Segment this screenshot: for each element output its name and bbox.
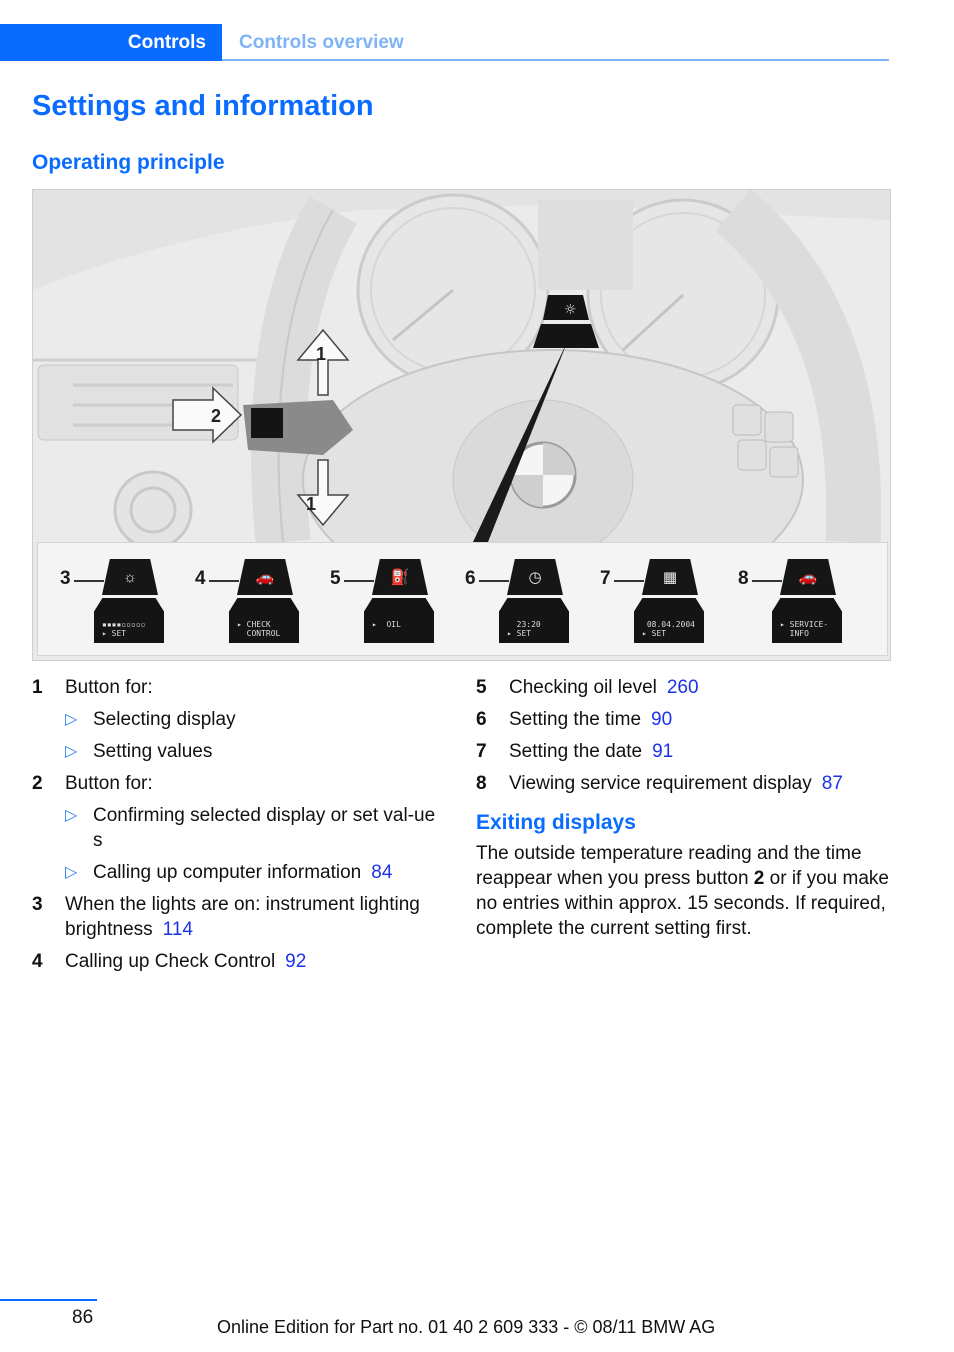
legend-left-column: 1 Button for: ▷ Selecting display ▷ Sett… bbox=[32, 675, 452, 981]
legend-number: 6 bbox=[476, 709, 487, 730]
legend-subitem: ▷ Selecting display bbox=[65, 707, 452, 732]
leader-line bbox=[752, 580, 782, 582]
display-screen: 23:20 ▸ SET bbox=[499, 598, 569, 643]
callout-number: 6 bbox=[465, 568, 476, 589]
header-subsection-label[interactable]: Controls overview bbox=[239, 24, 404, 61]
legend-subtext: Confirming selected display or set val-u… bbox=[93, 805, 436, 851]
triangle-bullet-icon: ▷ bbox=[65, 743, 78, 760]
legend-number: 2 bbox=[32, 773, 43, 794]
page-number: 86 bbox=[72, 1307, 94, 1328]
leader-line bbox=[479, 580, 509, 582]
callout-number: 4 bbox=[195, 568, 206, 589]
oil-can-icon: ⛽ bbox=[372, 559, 428, 595]
callout-label-1-top: 1 bbox=[316, 344, 326, 364]
display-text: 23:20 ▸ SET bbox=[507, 620, 541, 638]
display-callout-6: 6 ◷ 23:20 ▸ SET bbox=[465, 555, 585, 650]
header-section-label[interactable]: Controls bbox=[0, 24, 206, 61]
legend-subtext: Setting values bbox=[93, 741, 213, 762]
steering-wheel-drawing: ☼ 1 2 1 bbox=[33, 190, 890, 542]
legend-subitem: ▷ Confirming selected display or set val… bbox=[65, 803, 452, 853]
legend-right-column: 5 Checking oil level 260 6 Setting the ti… bbox=[476, 675, 891, 941]
page-title: Settings and information bbox=[32, 90, 374, 122]
callout-label-1-bottom: 1 bbox=[306, 494, 316, 514]
legend-subitem: ▷ Calling up computer information 84 bbox=[65, 860, 452, 885]
display-callout-8: 8 🚗 ▸ SERVICE- INFO bbox=[738, 555, 858, 650]
legend-text: Calling up Check Control bbox=[65, 951, 276, 972]
display-screen: ▸ SERVICE- INFO bbox=[772, 598, 842, 643]
legend-subitem: ▷ Setting values bbox=[65, 739, 452, 764]
legend-number: 3 bbox=[32, 894, 43, 915]
legend-text: Setting the date bbox=[509, 741, 643, 762]
display-callout-3: 3 ☼ ▪▪▪▪▫▫▫▫▫ ▸ SET bbox=[60, 555, 180, 650]
legend-number: 8 bbox=[476, 773, 487, 794]
display-screen: ▪▪▪▪▫▫▫▫▫ ▸ SET bbox=[94, 598, 164, 643]
cockpit-illustration: ☼ 1 2 1 3 ☼ ▪▪▪▪▫▫▫▫▫ ▸ SET 4 🚗 ▸ CHECK … bbox=[32, 189, 891, 661]
legend-item-7: 7 Setting the date 91 bbox=[476, 739, 891, 764]
page-reference-link[interactable]: 114 bbox=[163, 919, 193, 940]
legend-subtext: Selecting display bbox=[93, 709, 236, 730]
legend-text: When the lights are on: instrument light… bbox=[65, 894, 420, 940]
clock-icon: ◷ bbox=[507, 559, 563, 595]
callout-number: 7 bbox=[600, 568, 611, 589]
page-reference-link[interactable]: 84 bbox=[371, 862, 392, 883]
page-reference-link[interactable]: 87 bbox=[822, 773, 843, 794]
footer-divider bbox=[0, 1299, 97, 1301]
callout-number: 8 bbox=[738, 568, 749, 589]
legend-number: 4 bbox=[32, 951, 43, 972]
leader-line bbox=[209, 580, 239, 582]
display-text: ▸ SERVICE- INFO bbox=[780, 620, 829, 638]
exiting-displays-paragraph: The outside temperature reading and the … bbox=[476, 841, 891, 941]
legend-number: 1 bbox=[32, 677, 43, 698]
legend-item-1: 1 Button for: bbox=[32, 675, 452, 700]
page-reference-link[interactable]: 91 bbox=[652, 741, 673, 762]
display-text: ▸ CHECK CONTROL bbox=[237, 620, 281, 638]
leader-line bbox=[74, 580, 104, 582]
legend-text: Viewing service requirement display bbox=[509, 773, 812, 794]
legend-number: 5 bbox=[476, 677, 487, 698]
display-screen: 08.04.2004 ▸ SET bbox=[634, 598, 704, 643]
callout-number: 5 bbox=[330, 568, 341, 589]
car-service-icon: 🚗 bbox=[780, 559, 836, 595]
svg-text:☼: ☼ bbox=[564, 302, 577, 318]
legend-item-6: 6 Setting the time 90 bbox=[476, 707, 891, 732]
display-callout-5: 5 ⛽ ▸ OIL bbox=[330, 555, 450, 650]
legend-text: Button for: bbox=[65, 677, 153, 698]
button-number-emphasis: 2 bbox=[753, 868, 765, 889]
page-reference-link[interactable]: 90 bbox=[651, 709, 672, 730]
legend-text: Setting the time bbox=[509, 709, 642, 730]
legend-item-3: 3 When the lights are on: instrument lig… bbox=[32, 892, 452, 942]
callout-label-2: 2 bbox=[211, 406, 221, 426]
legend-text: Button for: bbox=[65, 773, 153, 794]
legend-subtext: Calling up computer information bbox=[93, 862, 362, 883]
legend-item-8: 8 Viewing service requirement display 87 bbox=[476, 771, 891, 796]
legend-text: Checking oil level bbox=[509, 677, 657, 698]
calendar-icon: ▦ bbox=[642, 559, 698, 595]
brightness-icon: ☼ bbox=[102, 559, 158, 595]
leader-line bbox=[344, 580, 374, 582]
car-icon: 🚗 bbox=[237, 559, 293, 595]
display-strip: 3 ☼ ▪▪▪▪▫▫▫▫▫ ▸ SET 4 🚗 ▸ CHECK CONTROL … bbox=[37, 542, 888, 656]
legend-item-4: 4 Calling up Check Control 92 bbox=[32, 949, 452, 974]
callout-number: 3 bbox=[60, 568, 71, 589]
display-screen: ▸ CHECK CONTROL bbox=[229, 598, 299, 643]
leader-line bbox=[614, 580, 644, 582]
legend-item-5: 5 Checking oil level 260 bbox=[476, 675, 891, 700]
display-text: ▸ OIL bbox=[372, 620, 401, 629]
header-divider bbox=[222, 59, 889, 61]
display-callout-7: 7 ▦ 08.04.2004 ▸ SET bbox=[600, 555, 720, 650]
display-screen: ▸ OIL bbox=[364, 598, 434, 643]
section-heading-operating-principle: Operating principle bbox=[32, 151, 225, 174]
display-callout-4: 4 🚗 ▸ CHECK CONTROL bbox=[195, 555, 315, 650]
section-heading-exiting-displays: Exiting displays bbox=[476, 811, 636, 834]
page-reference-link[interactable]: 260 bbox=[667, 677, 699, 698]
triangle-bullet-icon: ▷ bbox=[65, 711, 78, 728]
legend-item-2: 2 Button for: bbox=[32, 771, 452, 796]
triangle-bullet-icon: ▷ bbox=[65, 807, 78, 824]
triangle-bullet-icon: ▷ bbox=[65, 864, 78, 881]
display-text: 08.04.2004 ▸ SET bbox=[642, 620, 695, 638]
legend-number: 7 bbox=[476, 741, 487, 762]
display-text: ▪▪▪▪▫▫▫▫▫ ▸ SET bbox=[102, 620, 146, 638]
footer-edition-text: Online Edition for Part no. 01 40 2 609 … bbox=[217, 1317, 716, 1337]
page-reference-link[interactable]: 92 bbox=[285, 951, 306, 972]
